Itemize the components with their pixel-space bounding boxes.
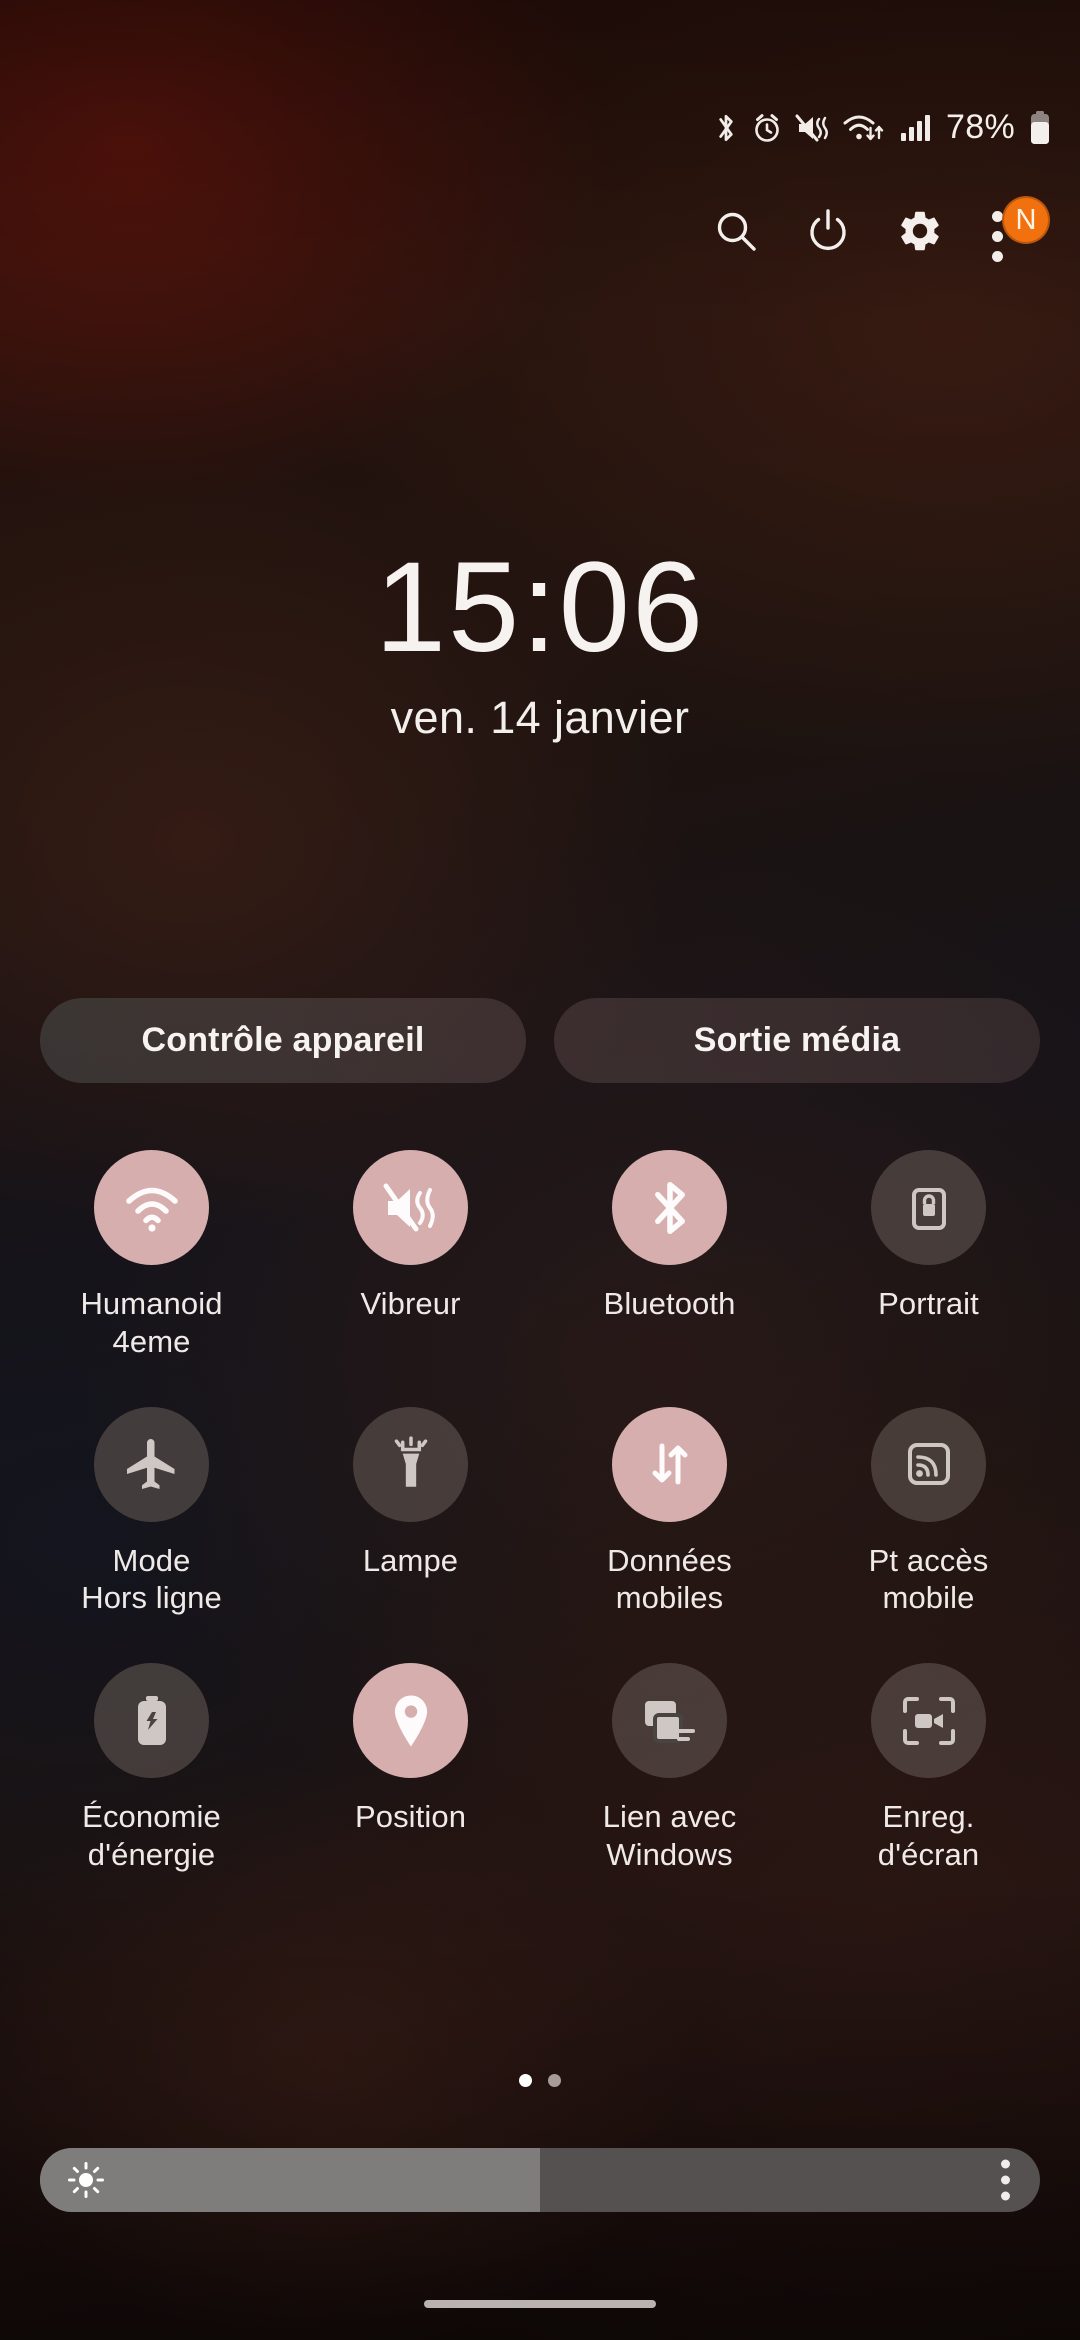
navigation-bar bbox=[0, 2268, 1080, 2340]
page-dot-1[interactable] bbox=[519, 2074, 532, 2087]
kebab-dot bbox=[992, 251, 1003, 262]
bluetooth-icon bbox=[612, 1150, 727, 1265]
battery-percent-label: 78% bbox=[946, 108, 1015, 146]
overflow-and-profile[interactable]: N bbox=[966, 187, 1058, 279]
brightness-slider[interactable] bbox=[40, 2148, 1040, 2212]
power-button[interactable] bbox=[782, 187, 874, 279]
home-gesture-handle[interactable] bbox=[424, 2300, 656, 2308]
tile-mobile-data[interactable]: Données mobiles bbox=[540, 1406, 799, 1618]
tile-link-to-windows[interactable]: Lien avec Windows bbox=[540, 1663, 799, 1874]
kebab-dot bbox=[1001, 2175, 1010, 2185]
search-icon bbox=[713, 208, 759, 259]
header-action-row: N bbox=[690, 187, 1058, 279]
tile-mobile-hotspot[interactable]: Pt accès mobile bbox=[799, 1406, 1058, 1618]
tile-screen-recorder[interactable]: Enreg. d'écran bbox=[799, 1663, 1058, 1874]
tile-label: Humanoid 4eme bbox=[80, 1286, 223, 1359]
quick-settings-tile-grid: Humanoid 4eme Vibreur Bluetooth Portrait… bbox=[22, 1150, 1058, 1874]
kebab-dot bbox=[992, 231, 1003, 242]
tile-label: Lien avec Windows bbox=[602, 1799, 737, 1873]
tile-label: Lampe bbox=[362, 1542, 459, 1578]
clock-date: ven. 14 janvier bbox=[390, 691, 690, 743]
mobile-data-icon bbox=[612, 1406, 727, 1522]
avatar[interactable]: N bbox=[1002, 196, 1050, 244]
vibrate-mute-icon bbox=[353, 1150, 468, 1265]
tile-rotation-lock[interactable]: Portrait bbox=[799, 1150, 1058, 1361]
location-pin-icon bbox=[353, 1663, 468, 1779]
kebab-dot bbox=[1001, 2191, 1010, 2201]
clock-widget[interactable]: 15:06 ven. 14 janvier bbox=[0, 540, 1080, 744]
battery-icon bbox=[1028, 110, 1052, 146]
signal-bars-icon bbox=[899, 112, 931, 144]
quick-settings-panel: 78% N 15:06 ven. 14 janvier Contrôle app… bbox=[0, 0, 1080, 2340]
tile-power-saving[interactable]: Économie d'énergie bbox=[22, 1663, 281, 1874]
bluetooth-icon bbox=[713, 111, 739, 145]
settings-button[interactable] bbox=[874, 187, 966, 279]
tile-label: Bluetooth bbox=[603, 1286, 736, 1321]
brightness-options-button[interactable] bbox=[1001, 2159, 1010, 2201]
device-control-button[interactable]: Contrôle appareil bbox=[40, 998, 526, 1083]
flashlight-icon bbox=[353, 1406, 468, 1522]
status-bar: 78% bbox=[713, 108, 1052, 147]
kebab-dot bbox=[1001, 2159, 1010, 2169]
tile-wifi[interactable]: Humanoid 4eme bbox=[22, 1150, 281, 1361]
search-button[interactable] bbox=[690, 187, 782, 279]
tile-label: Données mobiles bbox=[607, 1542, 732, 1616]
rotation-lock-icon bbox=[871, 1150, 986, 1265]
hotspot-icon bbox=[871, 1406, 986, 1522]
tile-location[interactable]: Position bbox=[281, 1663, 540, 1874]
tile-label: Pt accès mobile bbox=[868, 1542, 989, 1616]
tile-vibrate[interactable]: Vibreur bbox=[281, 1150, 540, 1361]
wifi-data-icon bbox=[842, 111, 886, 145]
tile-bluetooth[interactable]: Bluetooth bbox=[540, 1150, 799, 1361]
alarm-icon bbox=[752, 112, 782, 144]
tile-label: Économie d'énergie bbox=[82, 1799, 221, 1873]
power-icon bbox=[804, 207, 852, 260]
vibrate-icon bbox=[795, 112, 829, 144]
tile-label: Vibreur bbox=[360, 1286, 461, 1321]
brightness-slider-fill bbox=[40, 2148, 540, 2212]
screen-record-icon bbox=[871, 1663, 986, 1779]
airplane-icon bbox=[94, 1406, 209, 1522]
page-dot-2[interactable] bbox=[548, 2074, 561, 2087]
tile-label: Portrait bbox=[878, 1286, 979, 1321]
tile-flashlight[interactable]: Lampe bbox=[281, 1406, 540, 1618]
media-pill-row: Contrôle appareil Sortie média bbox=[40, 998, 1040, 1083]
media-output-button[interactable]: Sortie média bbox=[554, 998, 1040, 1083]
tile-label: Enreg. d'écran bbox=[877, 1799, 980, 1873]
link-to-windows-icon bbox=[612, 1663, 727, 1779]
tile-airplane-mode[interactable]: Mode Hors ligne bbox=[22, 1406, 281, 1618]
tile-label: Mode Hors ligne bbox=[81, 1542, 222, 1616]
gear-icon bbox=[896, 207, 944, 260]
battery-saver-icon bbox=[94, 1663, 209, 1779]
clock-time: 15:06 bbox=[374, 536, 706, 679]
tile-label: Position bbox=[354, 1799, 467, 1835]
brightness-sun-icon bbox=[66, 2160, 106, 2200]
page-indicator bbox=[0, 2074, 1080, 2087]
wifi-icon bbox=[94, 1150, 209, 1265]
